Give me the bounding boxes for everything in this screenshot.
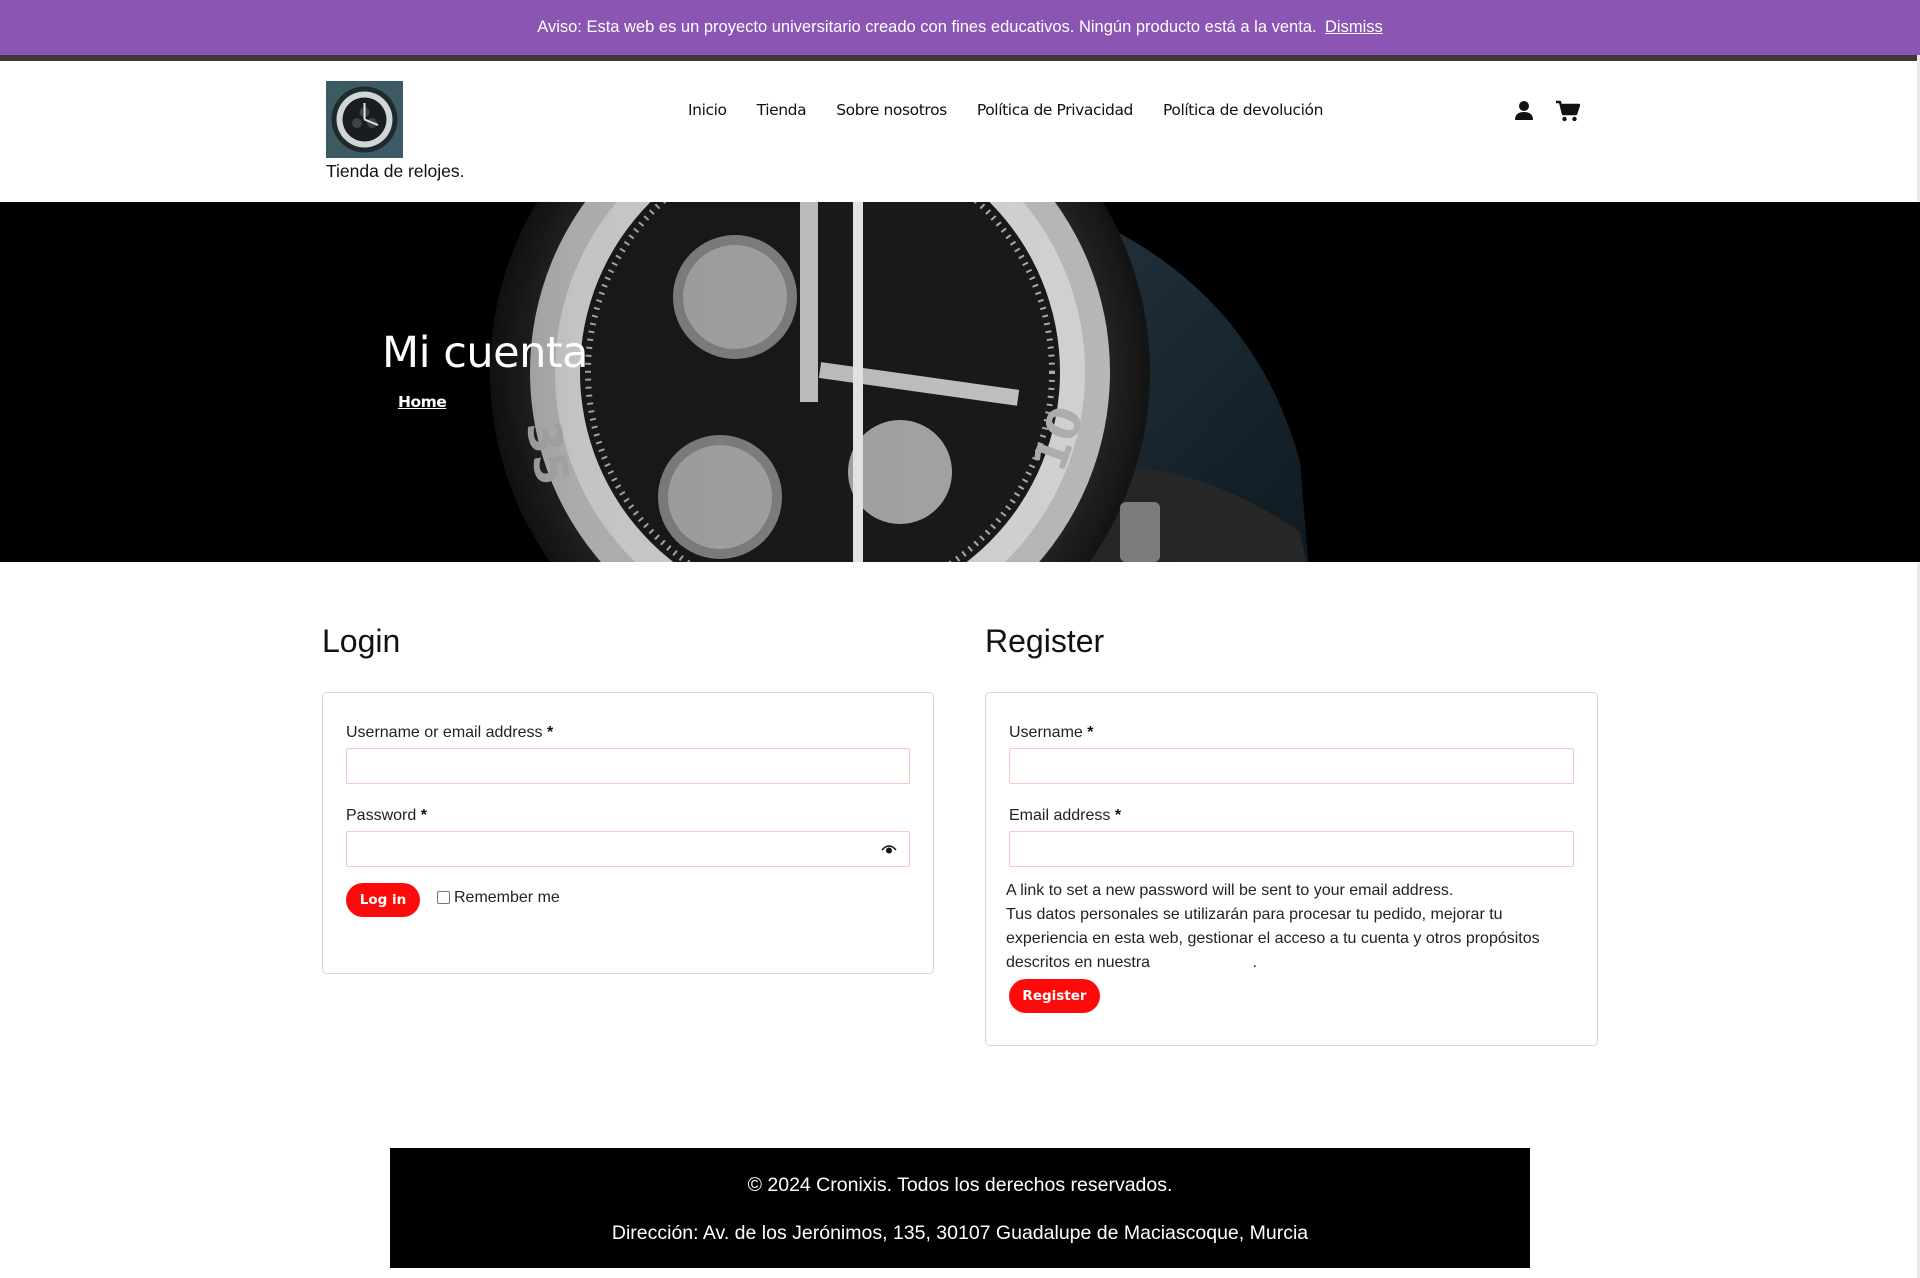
privacy-notice-end: . [1252,954,1257,971]
login-button[interactable]: Log in [346,883,420,917]
watch-hero-image: 35 10 [0,202,1920,562]
login-title: Login [322,623,401,659]
required-mark: * [1114,807,1122,824]
login-form: Username or email address * Password * L… [322,692,934,974]
footer-copyright: © 2024 Cronixis. Todos los derechos rese… [747,1174,1173,1196]
nav-item-politica-privacidad[interactable]: Política de Privacidad [977,101,1134,119]
user-icon[interactable] [1513,100,1535,122]
notice-dismiss-link[interactable]: Dismiss [1325,18,1383,36]
register-button[interactable]: Register [1009,979,1100,1013]
password-label: Password * [346,807,427,825]
nav-item-inicio[interactable]: Inicio [688,101,727,119]
reg-email-label: Email address * [1009,807,1121,825]
footer-address: Dirección: Av. de los Jerónimos, 135, 30… [611,1222,1309,1244]
breadcrumb-home-link[interactable]: Home [398,393,447,411]
register-title: Register [985,623,1105,659]
register-form: Username * Email address * A link to set… [985,692,1598,1046]
required-mark: * [420,807,427,824]
privacy-notice: Tus datos personales se utilizarán para … [1006,903,1566,975]
nav-item-sobre-nosotros[interactable]: Sobre nosotros [836,101,947,119]
register-email-input[interactable] [1009,831,1574,867]
notice-divider [0,55,1917,61]
password-label-text: Password [346,807,417,824]
site-footer: © 2024 Cronixis. Todos los derechos rese… [390,1148,1530,1268]
reg-username-label: Username * [1009,724,1094,742]
remember-me-label[interactable]: Remember me [454,886,560,910]
username-label-text: Username or email address [346,724,543,741]
username-label: Username or email address * [346,724,553,742]
site-logo[interactable] [326,81,403,158]
page-title: Mi cuenta [382,328,589,378]
site-notice-bar: Aviso: Esta web es un proyecto universit… [0,0,1920,55]
login-username-input[interactable] [346,748,910,784]
login-password-input[interactable] [346,831,910,867]
cart-icon[interactable] [1555,100,1580,122]
watch-logo-icon [326,81,403,158]
page-hero: 35 10 Mi cuenta Home [0,202,1920,562]
nav-item-politica-devolucion[interactable]: Política de devolución [1163,101,1323,119]
password-link-note: A link to set a new password will be sen… [1006,882,1454,899]
register-username-input[interactable] [1009,748,1574,784]
reg-email-label-text: Email address [1009,807,1111,824]
notice-text: Aviso: Esta web es un proyecto universit… [537,18,1317,36]
remember-me-checkbox[interactable] [437,891,450,904]
site-tagline: Tienda de relojes. [326,161,465,181]
nav-item-tienda[interactable]: Tienda [757,101,807,119]
privacy-notice-text: Tus datos personales se utilizarán para … [1006,906,1540,971]
required-mark: * [546,724,554,741]
required-mark: * [1087,724,1094,741]
reg-username-label-text: Username [1009,724,1083,741]
main-nav: Inicio Tienda Sobre nosotros Política de… [688,101,1353,119]
show-password-icon[interactable] [881,844,897,856]
